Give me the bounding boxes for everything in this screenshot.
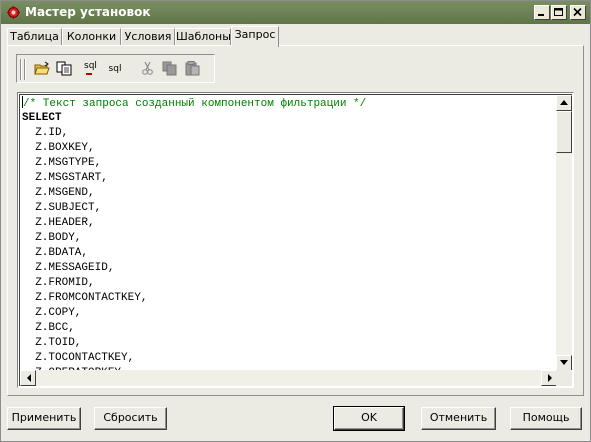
code-line: SELECT: [22, 112, 62, 124]
vertical-scroll-thumb[interactable]: [556, 111, 572, 153]
up-arrow-icon: [560, 100, 568, 105]
sql-icon: sql: [108, 64, 122, 74]
maximize-button[interactable]: [551, 5, 567, 20]
close-button[interactable]: [570, 5, 586, 20]
code-line: Z.MSGTYPE,: [22, 157, 102, 169]
app-icon: [7, 6, 20, 19]
tab-conditions[interactable]: Условия: [121, 28, 175, 46]
code-line: Z.MESSAGEID,: [22, 262, 115, 274]
open-folder-icon: [34, 61, 50, 75]
paste-icon: [185, 61, 200, 76]
scroll-up-button[interactable]: [556, 95, 572, 111]
sql-plan-button[interactable]: sql: [83, 60, 103, 78]
sql-editor[interactable]: /* Текст запроса созданный компонентом ф…: [17, 92, 574, 388]
code-line: Z.HEADER,: [22, 217, 95, 229]
tab-columns[interactable]: Колонки: [62, 28, 121, 46]
title-bar[interactable]: Мастер установок: [1, 1, 590, 24]
copy-document-button[interactable]: [54, 60, 74, 78]
query-panel: sql sql /* Текст запроса созданный компо…: [7, 45, 584, 396]
close-icon: [573, 8, 582, 17]
sql-text-area[interactable]: /* Текст запроса созданный компонентом ф…: [22, 95, 558, 371]
code-line: Z.MSGSTART,: [22, 172, 108, 184]
scrollbar-corner: [556, 370, 572, 386]
copy-icon: [162, 61, 177, 76]
cancel-button[interactable]: Отменить: [421, 407, 496, 430]
code-line: Z.ID,: [22, 127, 69, 139]
down-arrow-icon: [560, 360, 568, 365]
setup-wizard-window: Мастер установок Таблица Колонки Условия…: [0, 0, 591, 442]
horizontal-scroll-track[interactable]: [36, 370, 541, 386]
copy-document-icon: [56, 61, 72, 76]
code-line: Z.BODY,: [22, 232, 82, 244]
tab-templates[interactable]: Шаблоны: [175, 28, 231, 46]
help-button[interactable]: Помощь: [510, 407, 582, 430]
left-arrow-icon: [27, 374, 31, 382]
toolbar-grip[interactable]: [24, 59, 26, 80]
query-toolbar: sql sql: [16, 54, 215, 83]
code-line: Z.BCC,: [22, 322, 75, 334]
paste-button[interactable]: [183, 60, 203, 78]
text-caret: [22, 96, 23, 108]
code-line: Z.TOID,: [22, 337, 82, 349]
code-line: /* Текст запроса созданный компонентом ф…: [22, 96, 367, 110]
code-line: Z.SUBJECT,: [22, 202, 102, 214]
ok-button[interactable]: OK: [333, 406, 405, 431]
open-button[interactable]: [32, 60, 52, 78]
window-title: Мастер установок: [25, 5, 151, 19]
copy-button[interactable]: [160, 60, 180, 78]
vertical-scrollbar[interactable]: [556, 95, 572, 371]
right-arrow-icon: [548, 374, 552, 382]
tab-query[interactable]: Запрос: [231, 26, 279, 47]
code-line: Z.TOCONTACTKEY,: [22, 352, 135, 364]
scroll-down-button[interactable]: [556, 355, 572, 371]
code-line: Z.MSGEND,: [22, 187, 95, 199]
maximize-icon: [554, 8, 563, 16]
code-line: Z.COPY,: [22, 307, 82, 319]
code-line: Z.BDATA,: [22, 247, 89, 259]
sql-editor-frame: /* Текст запроса созданный компонентом ф…: [19, 94, 572, 386]
toolbar-grip[interactable]: [20, 59, 22, 80]
code-line: Z.BOXKEY,: [22, 142, 95, 154]
horizontal-scrollbar[interactable]: [20, 370, 557, 386]
sql-button[interactable]: sql: [105, 60, 125, 78]
scroll-right-button[interactable]: [541, 370, 557, 386]
apply-button[interactable]: Применить: [7, 407, 81, 430]
sql-plan-label: sql: [84, 61, 97, 71]
code-line: Z.FROMID,: [22, 277, 95, 289]
minimize-button[interactable]: [534, 5, 550, 20]
cut-icon: [142, 61, 153, 75]
minimize-icon: [538, 14, 544, 16]
cut-button[interactable]: [138, 60, 158, 78]
reset-button[interactable]: Сбросить: [94, 407, 167, 430]
tab-table[interactable]: Таблица: [7, 28, 62, 46]
code-line: Z.FROMCONTACTKEY,: [22, 292, 148, 304]
scroll-left-button[interactable]: [20, 370, 36, 386]
